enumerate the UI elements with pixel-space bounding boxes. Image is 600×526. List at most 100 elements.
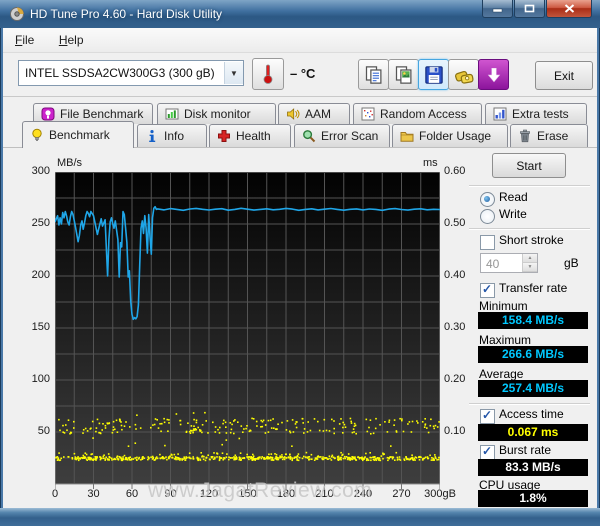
menu-file[interactable]: File	[7, 28, 42, 51]
capture-button[interactable]	[448, 59, 479, 90]
hd-tune-window: HD Tune Pro 4.60 - Hard Disk Utility Fil…	[0, 0, 600, 526]
short-stroke-label: Short stroke	[499, 233, 564, 247]
short-stroke-checkbox[interactable]	[480, 235, 495, 250]
tab-label: File Benchmark	[60, 107, 144, 121]
tab-label: Error Scan	[321, 129, 379, 143]
tab-erase[interactable]: Erase	[510, 124, 588, 147]
access-time-value: 0.067 ms	[478, 424, 588, 441]
download-button[interactable]	[478, 59, 509, 90]
chevron-down-icon[interactable]: ▼	[224, 62, 243, 84]
panel-separator	[469, 403, 590, 404]
axis-tick-label: 0.60	[444, 165, 466, 177]
folder-usage-icon	[400, 129, 414, 143]
drive-select-value: INTEL SSDSA2CW300G3 (300 gB)	[25, 66, 215, 80]
minimum-label: Minimum	[479, 299, 528, 313]
tab-extra-tests[interactable]: Extra tests	[485, 103, 587, 124]
error-scan-icon	[302, 129, 316, 143]
tab-disk-monitor[interactable]: Disk monitor	[157, 103, 276, 124]
tab-health[interactable]: Health	[209, 124, 291, 147]
tab-label: Info	[164, 129, 185, 143]
tab-folder-usage[interactable]: Folder Usage	[392, 124, 508, 147]
axis-tick-label: 50	[37, 425, 50, 437]
capacity-unit: gB	[564, 256, 579, 270]
burst-rate-checkbox[interactable]	[480, 444, 495, 460]
axis-tick-label: 200	[31, 269, 50, 281]
average-label: Average	[479, 367, 524, 381]
thermometer-icon	[263, 64, 273, 84]
maximum-label: Maximum	[479, 333, 532, 347]
spinner-down-icon[interactable]: ▼	[523, 263, 537, 272]
axis-tick-label: 0.30	[444, 321, 466, 333]
temperature-value: – °C	[290, 66, 316, 81]
left-axis-title: MB/s	[57, 157, 83, 169]
download-arrow-icon	[487, 67, 500, 82]
tab-error-scan[interactable]: Error Scan	[294, 124, 390, 147]
copy-icon	[365, 65, 381, 84]
benchmark-icon	[30, 128, 44, 142]
minimize-button[interactable]	[482, 0, 513, 18]
read-label: Read	[499, 190, 528, 204]
extra-tests-icon	[493, 107, 507, 121]
burst-rate-value: 83.3 MB/s	[478, 459, 588, 476]
tab-label: Folder Usage	[419, 129, 492, 143]
toolbar-divider	[3, 96, 597, 97]
maximum-value: 266.6 MB/s	[478, 346, 588, 363]
tab-benchmark[interactable]: Benchmark	[22, 121, 134, 148]
disk-monitor-icon	[165, 107, 179, 121]
tab-aam[interactable]: AAM	[278, 103, 350, 124]
start-label: Start	[516, 158, 542, 173]
health-icon	[217, 129, 231, 143]
app-icon	[10, 7, 24, 21]
burst-rate-label: Burst rate	[499, 443, 552, 457]
spinner-up-icon[interactable]: ▲	[523, 254, 537, 263]
axis-tick-label: 300gB	[424, 488, 456, 500]
window-bottom-border	[0, 508, 600, 526]
start-button[interactable]: Start	[492, 153, 566, 178]
axis-tick-label: 300	[31, 165, 50, 177]
tab-label: AAM	[305, 107, 332, 121]
watermark: www.JagatReview.com	[148, 479, 373, 502]
axis-tick-label: 150	[31, 321, 50, 333]
temperature-button[interactable]	[252, 58, 284, 90]
tab-label: Benchmark	[49, 128, 110, 142]
right-axis-title: ms	[423, 157, 438, 169]
save-button[interactable]	[418, 59, 449, 90]
copy-text-button[interactable]	[358, 59, 389, 90]
capture-icon	[454, 70, 474, 84]
capacity-spinner[interactable]: 40 ▲ ▼	[480, 253, 538, 273]
write-radio[interactable]	[480, 209, 495, 224]
copy-image-icon	[395, 65, 411, 84]
axis-tick-label: 250	[31, 217, 50, 229]
window-title: HD Tune Pro 4.60 - Hard Disk Utility	[30, 7, 223, 21]
axis-tick-label: 100	[31, 373, 50, 385]
tab-label: Health	[236, 129, 271, 143]
copy-image-button[interactable]	[388, 59, 419, 90]
close-button[interactable]	[546, 0, 592, 18]
random-access-icon	[361, 107, 375, 121]
title-bar[interactable]: HD Tune Pro 4.60 - Hard Disk Utility	[0, 0, 600, 28]
transfer-rate-label: Transfer rate	[499, 281, 568, 295]
axis-tick-label: 0.20	[444, 373, 466, 385]
transfer-rate-checkbox[interactable]	[480, 282, 495, 298]
tab-label: Disk monitor	[184, 107, 251, 121]
tab-label: Erase	[537, 129, 569, 143]
maximize-icon	[524, 4, 535, 13]
access-time-checkbox[interactable]	[480, 408, 495, 424]
minimize-icon	[492, 8, 503, 13]
capacity-value: 40	[486, 257, 500, 271]
maximize-button[interactable]	[514, 0, 545, 18]
benchmark-chart	[55, 172, 440, 489]
drive-select[interactable]: INTEL SSDSA2CW300G3 (300 gB) ▼	[18, 60, 244, 86]
tab-random-access[interactable]: Random Access	[353, 103, 482, 124]
average-value: 257.4 MB/s	[478, 380, 588, 397]
read-radio[interactable]	[480, 192, 495, 207]
file-benchmark-icon	[41, 107, 55, 121]
aam-icon	[286, 107, 300, 121]
tab-info[interactable]: Info	[137, 124, 207, 147]
access-time-label: Access time	[499, 407, 564, 421]
panel-separator	[469, 185, 590, 186]
menu-help[interactable]: Help	[51, 28, 92, 51]
exit-button[interactable]: Exit	[535, 61, 593, 90]
minimum-value: 158.4 MB/s	[478, 312, 588, 329]
save-icon	[424, 65, 443, 84]
